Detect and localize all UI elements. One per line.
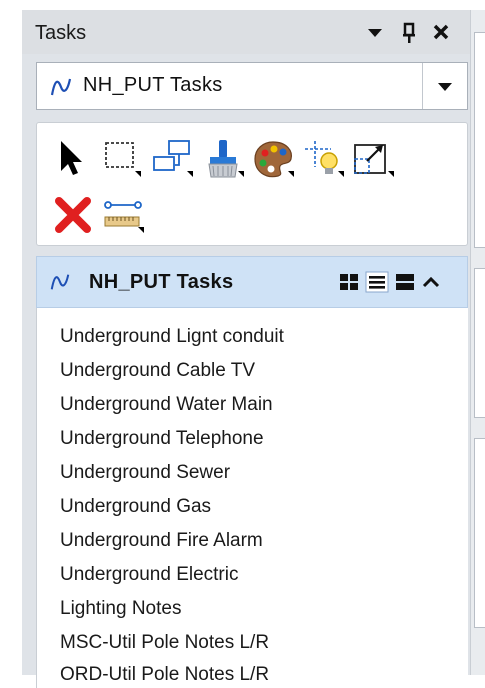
select-element-icon[interactable] [51, 137, 95, 181]
list-item[interactable]: Underground Cable TV [60, 360, 255, 382]
dropdown-arrow-icon[interactable] [422, 63, 467, 109]
scale-icon[interactable] [351, 137, 395, 181]
panel-title: Tasks [35, 22, 87, 44]
task-group-header[interactable]: NH_PUT Tasks [36, 256, 468, 308]
paint-brush-icon[interactable] [201, 137, 245, 181]
task-toolbox [36, 122, 468, 246]
palette-icon[interactable] [251, 137, 295, 181]
detail-view-icon[interactable] [393, 270, 417, 294]
window-top-edge [0, 0, 485, 10]
task-group-title: NH_PUT Tasks [89, 271, 234, 293]
task-set-dropdown[interactable]: NH_PUT Tasks [36, 62, 468, 110]
delete-icon[interactable] [51, 193, 95, 237]
adjacent-panel-edge [470, 10, 485, 675]
move-copy-icon[interactable] [151, 137, 195, 181]
tasks-panel: Tasks NH_PUT Tasks NH_PUT Tasks Undergro… [22, 10, 470, 688]
list-item[interactable]: Underground Telephone [60, 428, 264, 450]
dropdown-selected-value: NH_PUT Tasks [83, 74, 223, 96]
selection-rectangle-icon[interactable] [101, 137, 145, 181]
list-item[interactable]: Underground Lignt conduit [60, 326, 284, 348]
adjacent-panel-block [474, 32, 485, 248]
task-curve-icon [50, 78, 72, 96]
list-item[interactable]: Underground Electric [60, 564, 238, 586]
close-icon[interactable] [428, 18, 454, 46]
list-view-icon[interactable] [365, 270, 389, 294]
panel-menu-dropdown-icon[interactable] [362, 18, 388, 46]
list-item[interactable]: MSC-Util Pole Notes L/R [60, 632, 269, 654]
measure-icon[interactable] [101, 193, 145, 237]
list-item[interactable]: Underground Gas [60, 496, 211, 518]
task-curve-icon [50, 274, 70, 290]
list-item[interactable]: Underground Water Main [60, 394, 273, 416]
list-item[interactable]: Lighting Notes [60, 598, 181, 620]
icon-view-icon[interactable] [337, 270, 361, 294]
pin-icon[interactable] [396, 18, 422, 46]
light-bulb-icon[interactable] [301, 137, 345, 181]
collapse-icon[interactable] [419, 270, 443, 294]
panel-titlebar: Tasks [22, 10, 470, 54]
list-item[interactable]: ORD-Util Pole Notes L/R [60, 664, 269, 686]
adjacent-panel-block [474, 438, 485, 628]
task-list: Underground Lignt conduit Underground Ca… [36, 308, 468, 688]
list-item[interactable]: Underground Sewer [60, 462, 230, 484]
list-item[interactable]: Underground Fire Alarm [60, 530, 263, 552]
adjacent-panel-block [474, 268, 485, 418]
